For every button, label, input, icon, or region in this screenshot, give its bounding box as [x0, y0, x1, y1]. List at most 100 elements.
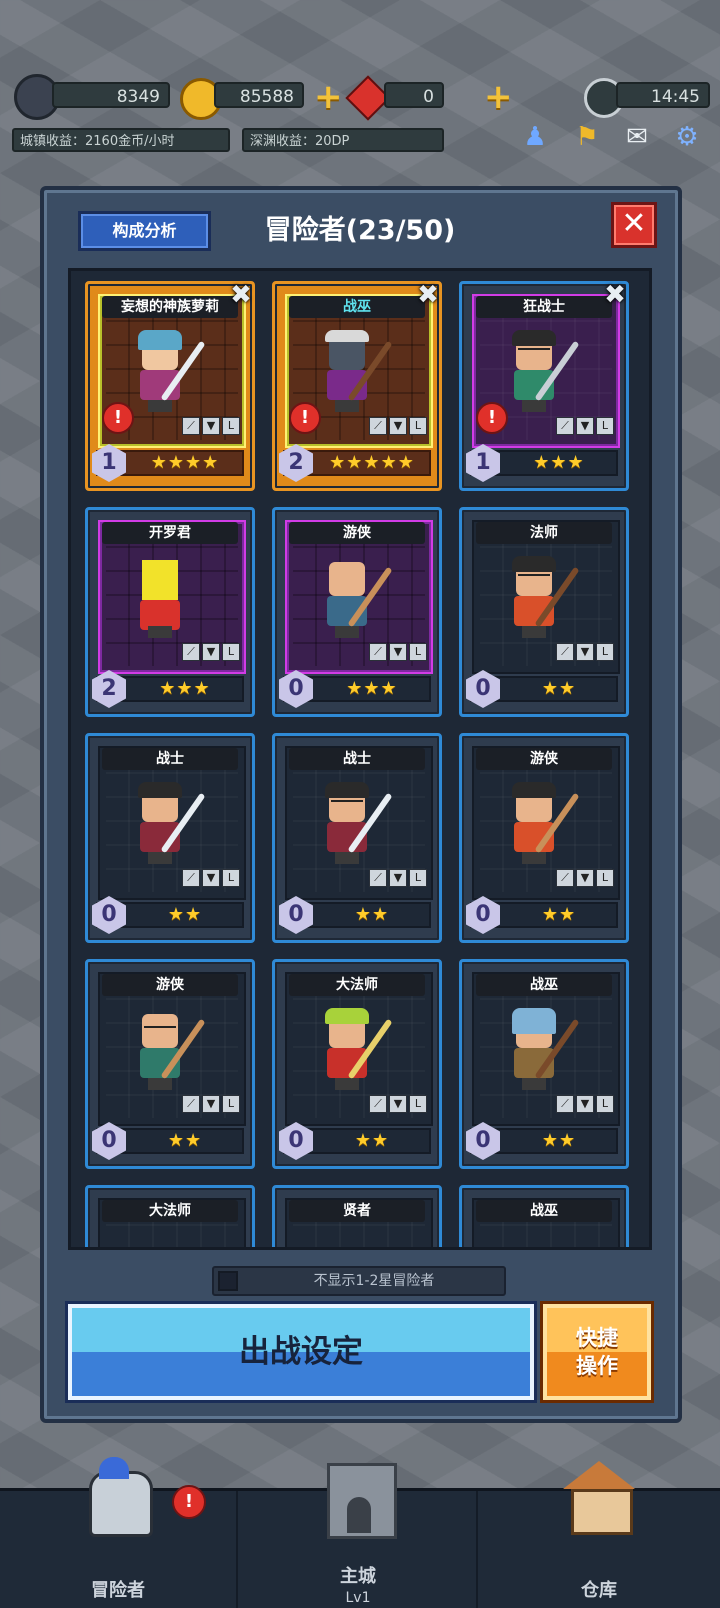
- adventurer-group-icon[interactable]: ♟: [514, 116, 556, 158]
- armor-slot-icon: ▼: [576, 417, 594, 435]
- armor-slot-icon: ▼: [389, 1095, 407, 1113]
- boots-slot-icon: L: [222, 1095, 240, 1113]
- card-name: 法师: [476, 522, 612, 544]
- equipment-slots: ⟋ ▼ L: [556, 417, 614, 435]
- weapon-slot-icon: ⟋: [556, 1095, 574, 1113]
- weapon-slot-icon: ⟋: [556, 417, 574, 435]
- adventurer-card[interactable]: 大法师 ⟋ ▼ L 0 ★★: [272, 959, 442, 1169]
- equipment-slots: ⟋ ▼ L: [182, 1095, 240, 1113]
- gold-counter: 85588: [214, 82, 304, 108]
- panel-title: 冒险者(23/50): [264, 215, 456, 246]
- star-rating: ★★: [167, 904, 203, 925]
- weapon-slot-icon: ⟋: [182, 869, 200, 887]
- adventurer-card[interactable]: 战巫 ⟋ ▼ L 0 ★★: [459, 959, 629, 1169]
- add-gold-plus-icon[interactable]: +: [314, 80, 343, 114]
- bottom-nav: ! 冒险者 主城 Lv1 仓库: [0, 1457, 720, 1608]
- equipment-slots: ⟋ ▼ L: [556, 643, 614, 661]
- weapon-slot-icon: ⟋: [556, 643, 574, 661]
- battle-settings-button[interactable]: 出战设定: [68, 1304, 534, 1400]
- warehouse-icon: [559, 1457, 639, 1537]
- weapon-slot-icon: ⟋: [182, 643, 200, 661]
- composition-analysis-button[interactable]: 构成分析: [78, 211, 211, 251]
- adventurer-card[interactable]: 大法师: [85, 1185, 255, 1247]
- nav-adventurer[interactable]: ! 冒险者: [0, 1457, 238, 1608]
- boots-slot-icon: L: [409, 417, 427, 435]
- boots-slot-icon: L: [596, 643, 614, 661]
- equipment-slots: ⟋ ▼ L: [182, 869, 240, 887]
- star-rating: ★★★★★: [329, 452, 415, 473]
- star-rating: ★★: [167, 1130, 203, 1151]
- star-rating: ★★★★: [150, 452, 220, 473]
- armor-slot-icon: ▼: [202, 417, 220, 435]
- dp-counter: 8349: [52, 82, 170, 108]
- battle-helmet-icon[interactable]: ⚑: [566, 116, 608, 158]
- equipment-slots: ⟋ ▼ L: [369, 1095, 427, 1113]
- crossed-swords-icon: ✖: [604, 280, 626, 310]
- armor-slot-icon: ▼: [389, 643, 407, 661]
- add-gem-plus-icon[interactable]: +: [484, 80, 513, 114]
- gem-counter: 0: [384, 82, 444, 108]
- nav-castle[interactable]: 主城 Lv1: [240, 1463, 478, 1608]
- crossed-swords-icon: ✖: [230, 280, 252, 310]
- adventurer-card[interactable]: 贤者: [272, 1185, 442, 1247]
- card-name: 开罗君: [102, 522, 238, 544]
- mail-icon[interactable]: ✉: [616, 116, 658, 158]
- adventurer-card[interactable]: 战巫: [459, 1185, 629, 1247]
- boots-slot-icon: L: [409, 643, 427, 661]
- adventurer-card[interactable]: 战巫 ⟋ ▼ L ! 2 ★★★★★ ✖: [272, 280, 442, 491]
- knight-helmet-icon: [79, 1457, 159, 1537]
- abyss-income: 深渊收益：20DP: [242, 128, 444, 152]
- equipment-slots: ⟋ ▼ L: [369, 643, 427, 661]
- adventurer-card[interactable]: 狂战士 ⟋ ▼ L ! 1 ★★★ ✖: [459, 280, 629, 491]
- adventurer-grid[interactable]: 妄想的神族萝莉 ⟋ ▼ L ! 1 ★★★★ ✖ 战巫 ⟋ ▼ L ! 2 ★★★★★ …: [68, 268, 652, 1250]
- star-rating: ★★: [354, 1130, 390, 1151]
- adventurer-card[interactable]: 游侠 ⟋ ▼ L 0 ★★: [459, 733, 629, 943]
- quick-action-label-line2: 操作: [576, 1354, 618, 1378]
- armor-slot-icon: ▼: [389, 417, 407, 435]
- alert-icon: !: [476, 402, 508, 434]
- close-button[interactable]: ✕: [611, 202, 657, 248]
- card-name: 大法师: [102, 1200, 238, 1222]
- adventurer-card[interactable]: 法师 ⟋ ▼ L 0 ★★: [459, 507, 629, 717]
- adventurer-card[interactable]: 战士 ⟋ ▼ L 0 ★★: [85, 733, 255, 943]
- adventurer-card[interactable]: 战士 ⟋ ▼ L 0 ★★: [272, 733, 442, 943]
- adventurer-card[interactable]: 妄想的神族萝莉 ⟋ ▼ L ! 1 ★★★★ ✖: [85, 280, 255, 491]
- equipment-slots: ⟋ ▼ L: [182, 417, 240, 435]
- nav-warehouse-label: 仓库: [581, 1580, 617, 1601]
- boots-slot-icon: L: [409, 1095, 427, 1113]
- armor-slot-icon: ▼: [389, 869, 407, 887]
- clock-time: 14:45: [616, 82, 710, 108]
- equipment-slots: ⟋ ▼ L: [369, 417, 427, 435]
- weapon-slot-icon: ⟋: [182, 417, 200, 435]
- hero-sprite: [128, 556, 192, 640]
- hide-low-star-toggle[interactable]: 不显示1-2星冒险者: [212, 1266, 506, 1296]
- weapon-slot-icon: ⟋: [369, 1095, 387, 1113]
- armor-slot-icon: ▼: [202, 1095, 220, 1113]
- boots-slot-icon: L: [222, 643, 240, 661]
- boots-slot-icon: L: [596, 417, 614, 435]
- nav-warehouse[interactable]: 仓库: [480, 1461, 718, 1608]
- boots-slot-icon: L: [222, 417, 240, 435]
- settings-gear-icon[interactable]: ⚙: [666, 116, 708, 158]
- adventurer-card[interactable]: 游侠 ⟋ ▼ L 0 ★★★: [272, 507, 442, 717]
- nav-adventurer-label: 冒险者: [91, 1580, 145, 1601]
- weapon-slot-icon: ⟋: [182, 1095, 200, 1113]
- nav-castle-level: Lv1: [345, 1590, 371, 1606]
- star-rating: ★★: [354, 904, 390, 925]
- boots-slot-icon: L: [596, 1095, 614, 1113]
- equipment-slots: ⟋ ▼ L: [182, 643, 240, 661]
- adventurer-card[interactable]: 开罗君 ⟋ ▼ L 2 ★★★: [85, 507, 255, 717]
- star-rating: ★★: [541, 1130, 577, 1151]
- nav-alert-icon: !: [172, 1485, 206, 1519]
- equipment-slots: ⟋ ▼ L: [556, 1095, 614, 1113]
- weapon-slot-icon: ⟋: [369, 417, 387, 435]
- star-rating: ★★★: [159, 678, 211, 699]
- equipment-slots: ⟋ ▼ L: [369, 869, 427, 887]
- adventurer-card[interactable]: 游侠 ⟋ ▼ L 0 ★★: [85, 959, 255, 1169]
- star-rating: ★★★: [533, 452, 585, 473]
- card-name: 战巫: [476, 974, 612, 996]
- quick-action-button[interactable]: 快捷 操作: [543, 1304, 651, 1400]
- card-name: 战巫: [476, 1200, 612, 1222]
- top-hud: 8349 85588 + 0 + 14:45 城镇收益：2160金币/小时 深渊…: [0, 74, 720, 164]
- toggle-checkbox[interactable]: [218, 1271, 238, 1291]
